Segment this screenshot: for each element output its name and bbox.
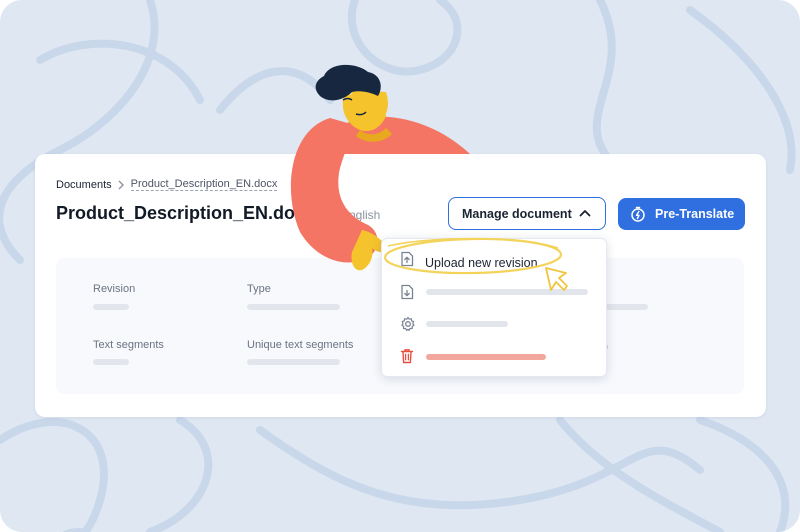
delete-label-placeholder (426, 354, 546, 360)
trash-icon (400, 349, 414, 364)
breadcrumb: Documents Product_Description_EN.docx (56, 178, 278, 191)
revision-label: Revision (93, 283, 136, 295)
gear-icon (401, 316, 415, 331)
menu-item-upload-new-revision[interactable]: Upload new revision (382, 243, 608, 275)
document-language: English (341, 208, 381, 222)
upload-file-icon (401, 251, 414, 267)
pre-translate-button[interactable]: Pre-Translate (618, 198, 745, 230)
breadcrumb-documents-link[interactable]: Documents (56, 179, 112, 191)
settings-label-placeholder (426, 321, 508, 327)
revision-value-placeholder (93, 304, 129, 310)
document-title: Product_Description_EN.docx (56, 203, 316, 223)
chevron-up-icon (579, 210, 591, 217)
breadcrumb-current-document: Product_Description_EN.docx (130, 178, 278, 191)
lightning-timer-icon (631, 206, 645, 222)
text-segments-label: Text segments (93, 339, 164, 351)
type-label: Type (247, 283, 271, 295)
illustration-frame: Documents Product_Description_EN.docx Pr… (0, 0, 800, 532)
unique-text-segments-value-placeholder (247, 359, 340, 365)
menu-item-settings[interactable] (382, 308, 608, 340)
manage-document-label: Manage document (462, 206, 572, 221)
menu-item-download[interactable] (382, 276, 608, 308)
text-segments-value-placeholder (93, 359, 129, 365)
download-label-placeholder (426, 289, 588, 295)
unique-text-segments-label: Unique text segments (247, 339, 354, 351)
download-file-icon (401, 284, 414, 300)
manage-document-menu: Upload new revision (381, 238, 607, 377)
pre-translate-label: Pre-Translate (655, 207, 735, 221)
menu-item-delete[interactable] (382, 340, 608, 372)
chevron-right-icon (118, 180, 124, 189)
type-value-placeholder (247, 304, 340, 310)
manage-document-button[interactable]: Manage document (448, 197, 606, 230)
upload-new-revision-label: Upload new revision (425, 256, 538, 270)
